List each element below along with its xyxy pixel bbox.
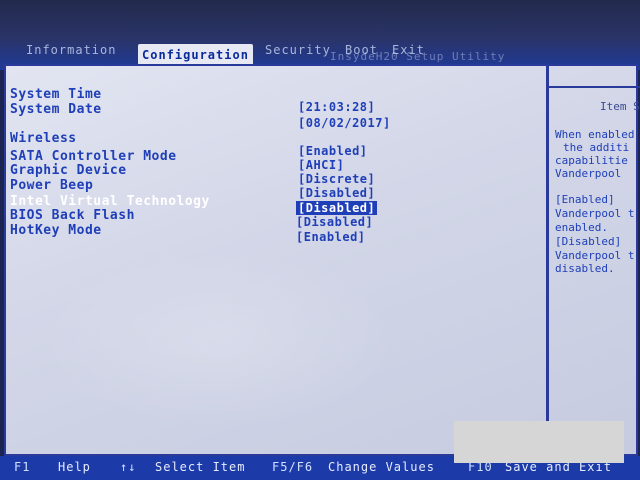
arrow-keys-icon: ↑↓ [120, 460, 137, 474]
tab-boot[interactable]: Boot [345, 40, 378, 60]
setting-label-power-beep[interactable]: Power Beep [10, 179, 93, 193]
tab-exit[interactable]: Exit [392, 40, 425, 60]
setting-value-power-beep[interactable]: [Disabled] [298, 186, 375, 200]
help-line: When enabled [555, 128, 635, 141]
setting-value-system-time[interactable]: [21:03:28] [298, 100, 375, 114]
setting-value-wireless[interactable]: [Enabled] [298, 144, 368, 158]
setting-value-intel-vt[interactable]: [Disabled] [296, 201, 378, 215]
f1-help-label: Help [58, 460, 91, 474]
setting-label-sata-mode[interactable]: SATA Controller Mode [10, 150, 177, 164]
setting-value-bios-back-flash[interactable]: [Disabled] [296, 215, 373, 229]
tab-configuration[interactable]: Configuration [138, 44, 253, 66]
help-line: Vanderpool t [555, 207, 635, 220]
help-line: capabilitie [555, 154, 628, 167]
tab-security[interactable]: Security [265, 40, 331, 60]
help-line: enabled. [555, 221, 608, 234]
help-header [549, 64, 640, 88]
f1-key: F1 [14, 460, 31, 474]
help-line: [Enabled] [555, 193, 615, 206]
select-item-label: Select Item [155, 460, 246, 474]
setting-value-hotkey-mode[interactable]: [Enabled] [296, 230, 366, 244]
setting-label-hotkey-mode[interactable]: HotKey Mode [10, 224, 102, 238]
setting-label-bios-back-flash[interactable]: BIOS Back Flash [10, 209, 135, 223]
setting-value-graphic-device[interactable]: [Discrete] [298, 172, 375, 186]
help-line: Vanderpool t [555, 249, 635, 262]
setting-label-graphic-device[interactable]: Graphic Device [10, 164, 127, 178]
help-line: Vanderpool [555, 167, 622, 180]
help-line: disabled. [555, 262, 615, 275]
tab-information[interactable]: Information [26, 40, 116, 60]
setting-label-intel-vt[interactable]: Intel Virtual Technology [10, 195, 210, 209]
help-divider [546, 64, 549, 456]
setting-value-system-date[interactable]: [08/02/2017] [298, 116, 391, 130]
help-line: [Disabled] [555, 235, 622, 248]
privacy-redaction-box [454, 421, 624, 463]
setting-value-sata-mode[interactable]: [AHCI] [298, 158, 344, 172]
change-values-label: Change Values [328, 460, 435, 474]
setting-label-system-date[interactable]: System Date [10, 103, 102, 117]
setting-label-wireless[interactable]: Wireless [10, 132, 77, 146]
setting-label-system-time[interactable]: System Time [10, 88, 102, 102]
f5f6-key: F5/F6 [272, 460, 314, 474]
help-line: the additi [563, 141, 630, 154]
help-title: Item S [600, 100, 640, 113]
